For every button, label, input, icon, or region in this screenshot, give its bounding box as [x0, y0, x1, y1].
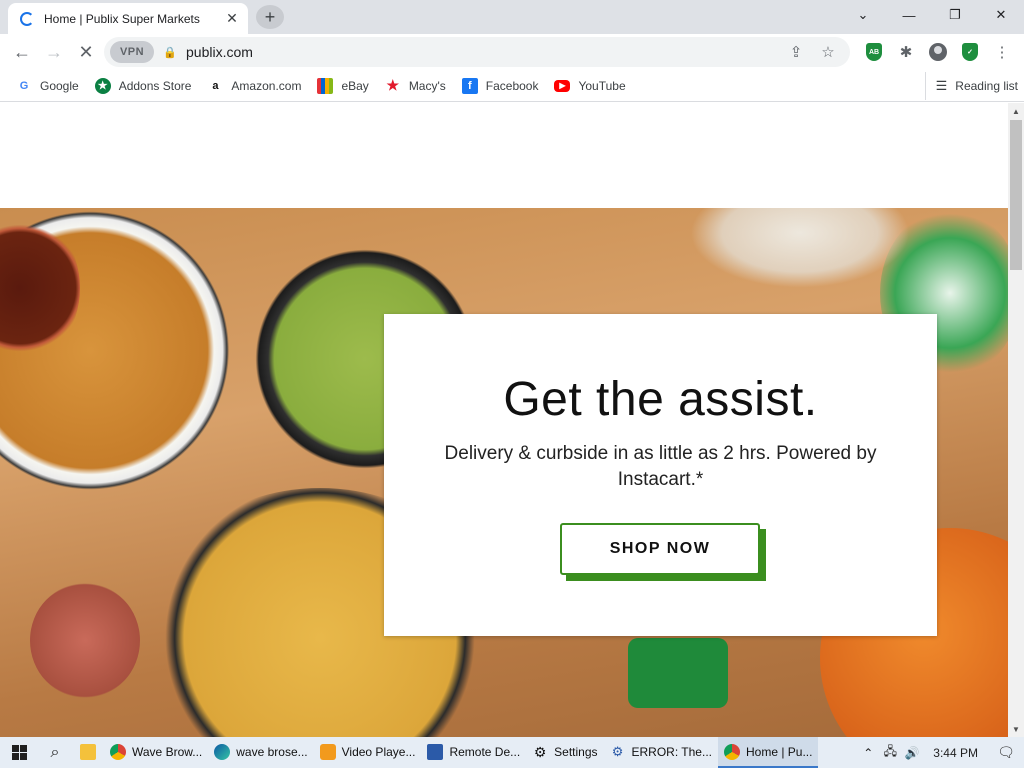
bookmark-label: Amazon.com: [231, 78, 302, 93]
tab-search-chevron-icon[interactable]: ⌄: [840, 0, 886, 30]
start-button[interactable]: [0, 737, 38, 768]
hero-streamers: [690, 208, 910, 288]
bookmark-label: Macy's: [408, 78, 446, 93]
bookmark-label: YouTube: [578, 78, 626, 93]
notifications-icon[interactable]: 🗨: [988, 737, 1024, 768]
new-tab-button[interactable]: +: [256, 5, 284, 29]
remote-desktop-icon: [427, 743, 444, 760]
menu-kebab-icon[interactable]: ⋮: [986, 36, 1018, 68]
stop-loading-button[interactable]: ✕: [70, 36, 102, 68]
facebook-icon: f: [461, 77, 478, 94]
file-explorer-icon: [80, 743, 96, 760]
youtube-icon: ▶: [554, 79, 571, 92]
chrome-icon: [723, 743, 740, 760]
promo-card: Get the assist. Delivery & curbside in a…: [384, 314, 937, 636]
bookmark-label: Addons Store: [118, 78, 192, 93]
google-icon: G: [19, 79, 29, 92]
loading-spinner-icon: [20, 11, 34, 26]
taskbar-app-label: Home | Pu...: [745, 744, 813, 759]
bookmark-label: Facebook: [485, 78, 539, 93]
hero-banner: Get the assist. Delivery & curbside in a…: [0, 208, 1008, 737]
bookmark-ebay[interactable]: eBay: [309, 72, 376, 100]
security-shield-icon[interactable]: ✓: [954, 36, 986, 68]
reading-list-icon: ☰: [935, 78, 948, 93]
bookmarks-bar: G Google ★ Addons Store a Amazon.com eBa…: [0, 70, 1024, 102]
taskbar-app-remote-desktop[interactable]: Remote De...: [421, 737, 526, 768]
bookmark-amazon[interactable]: a Amazon.com: [199, 72, 309, 100]
taskbar-app-settings[interactable]: ⚙ Settings: [526, 737, 603, 768]
taskbar-app-publix-home[interactable]: Home | Pu...: [717, 737, 819, 768]
web-page: Get the assist. Delivery & curbside in a…: [0, 103, 1008, 737]
settings-icon: ⚙: [533, 743, 547, 760]
amazon-icon: a: [212, 79, 219, 92]
taskbar-app-video-player[interactable]: Video Playe...: [314, 737, 422, 768]
url-text[interactable]: publix.com: [186, 44, 253, 60]
hero-coaster: [30, 583, 140, 698]
bookmark-youtube[interactable]: ▶ YouTube: [546, 72, 633, 100]
scroll-thumb[interactable]: [1010, 120, 1022, 270]
forward-button[interactable]: →: [38, 36, 70, 68]
restore-button[interactable]: ❐: [932, 0, 978, 30]
video-player-icon: [319, 743, 336, 760]
taskbar-app-label: Video Playe...: [341, 744, 416, 759]
network-icon[interactable]: 🖧: [879, 737, 901, 768]
error-app-icon: ⚙: [611, 743, 624, 759]
close-window-button[interactable]: ✕: [978, 0, 1024, 30]
promo-subtext: Delivery & curbside in as little as 2 hr…: [444, 443, 877, 490]
system-tray: ⌃ 🖧 🔊 3:44 PM 🗨: [857, 737, 1024, 768]
taskbar-app-label: Wave Brow...: [132, 744, 203, 759]
macys-star-icon: ★: [386, 77, 400, 93]
promo-headline: Get the assist.: [503, 373, 818, 426]
window-controls: ⌄ — ❐ ✕: [840, 0, 1024, 30]
taskbar-app-edge[interactable]: wave brose...: [208, 737, 313, 768]
taskbar-app-error[interactable]: ⚙ ERROR: The...: [604, 737, 718, 768]
ebay-icon: [317, 77, 334, 94]
scroll-down-arrow-icon[interactable]: ▼: [1008, 721, 1024, 737]
tab-title: Home | Publix Super Markets: [44, 11, 200, 26]
hero-cup: [628, 638, 728, 708]
bookmark-macys[interactable]: ★ Macy's: [377, 72, 454, 100]
system-clock[interactable]: 3:44 PM: [923, 746, 988, 760]
extensions-puzzle-icon[interactable]: ✱: [890, 36, 922, 68]
taskbar-app-label: Settings: [554, 744, 598, 759]
search-icon[interactable]: ⌕: [38, 737, 72, 768]
bookmark-label: Google: [40, 78, 79, 93]
taskbar-app-label: wave brose...: [236, 744, 308, 759]
taskbar-app-wave-browser[interactable]: Wave Brow...: [104, 737, 208, 768]
shop-now-wrapper: SHOP NOW: [560, 523, 766, 581]
back-button[interactable]: ←: [6, 36, 38, 68]
addons-store-icon: ★: [94, 77, 111, 94]
volume-icon[interactable]: 🔊: [901, 737, 923, 768]
bookmark-label: eBay: [341, 78, 369, 93]
scroll-up-arrow-icon[interactable]: ▲: [1008, 103, 1024, 119]
bookmark-addons-store[interactable]: ★ Addons Store: [87, 72, 200, 100]
windows-logo-icon: [11, 745, 27, 760]
shop-now-button[interactable]: SHOP NOW: [560, 523, 760, 575]
address-bar[interactable]: VPN 🔒 publix.com ⇪ ☆: [104, 37, 850, 67]
adblock-extension-icon[interactable]: AB: [858, 36, 890, 68]
chrome-icon: [110, 743, 126, 760]
share-icon[interactable]: ⇪: [780, 37, 812, 67]
profile-avatar-icon[interactable]: [922, 36, 954, 68]
tab-strip: Home | Publix Super Markets ✕ + ⌄ — ❐ ✕: [0, 0, 1024, 34]
edge-icon: [214, 743, 231, 760]
bookmark-star-icon[interactable]: ☆: [812, 37, 844, 67]
reading-list-label: Reading list: [955, 79, 1018, 93]
minimize-button[interactable]: —: [886, 0, 932, 30]
taskbar-app-label: Remote De...: [449, 744, 521, 759]
bookmark-google[interactable]: G Google: [8, 72, 87, 100]
browser-tab-active[interactable]: Home | Publix Super Markets ✕: [8, 3, 248, 34]
bookmark-facebook[interactable]: f Facebook: [454, 72, 547, 100]
file-explorer-button[interactable]: [72, 737, 104, 768]
extensions-area: AB ✱ ✓ ⋮: [858, 36, 1018, 68]
taskbar-app-label: ERROR: The...: [631, 744, 712, 759]
show-hidden-icons-chevron-icon[interactable]: ⌃: [857, 737, 879, 768]
vpn-badge[interactable]: VPN: [110, 41, 154, 63]
lock-icon[interactable]: 🔒: [162, 46, 178, 59]
windows-taskbar: ⌕ Wave Brow... wave brose... Video Playe…: [0, 737, 1024, 768]
close-tab-icon[interactable]: ✕: [224, 10, 240, 27]
reading-list-button[interactable]: ☰ Reading list: [924, 72, 1018, 100]
browser-toolbar: ← → ✕ VPN 🔒 publix.com ⇪ ☆ AB ✱ ✓ ⋮: [0, 34, 1024, 70]
page-scrollbar[interactable]: ▲ ▼: [1008, 103, 1024, 737]
